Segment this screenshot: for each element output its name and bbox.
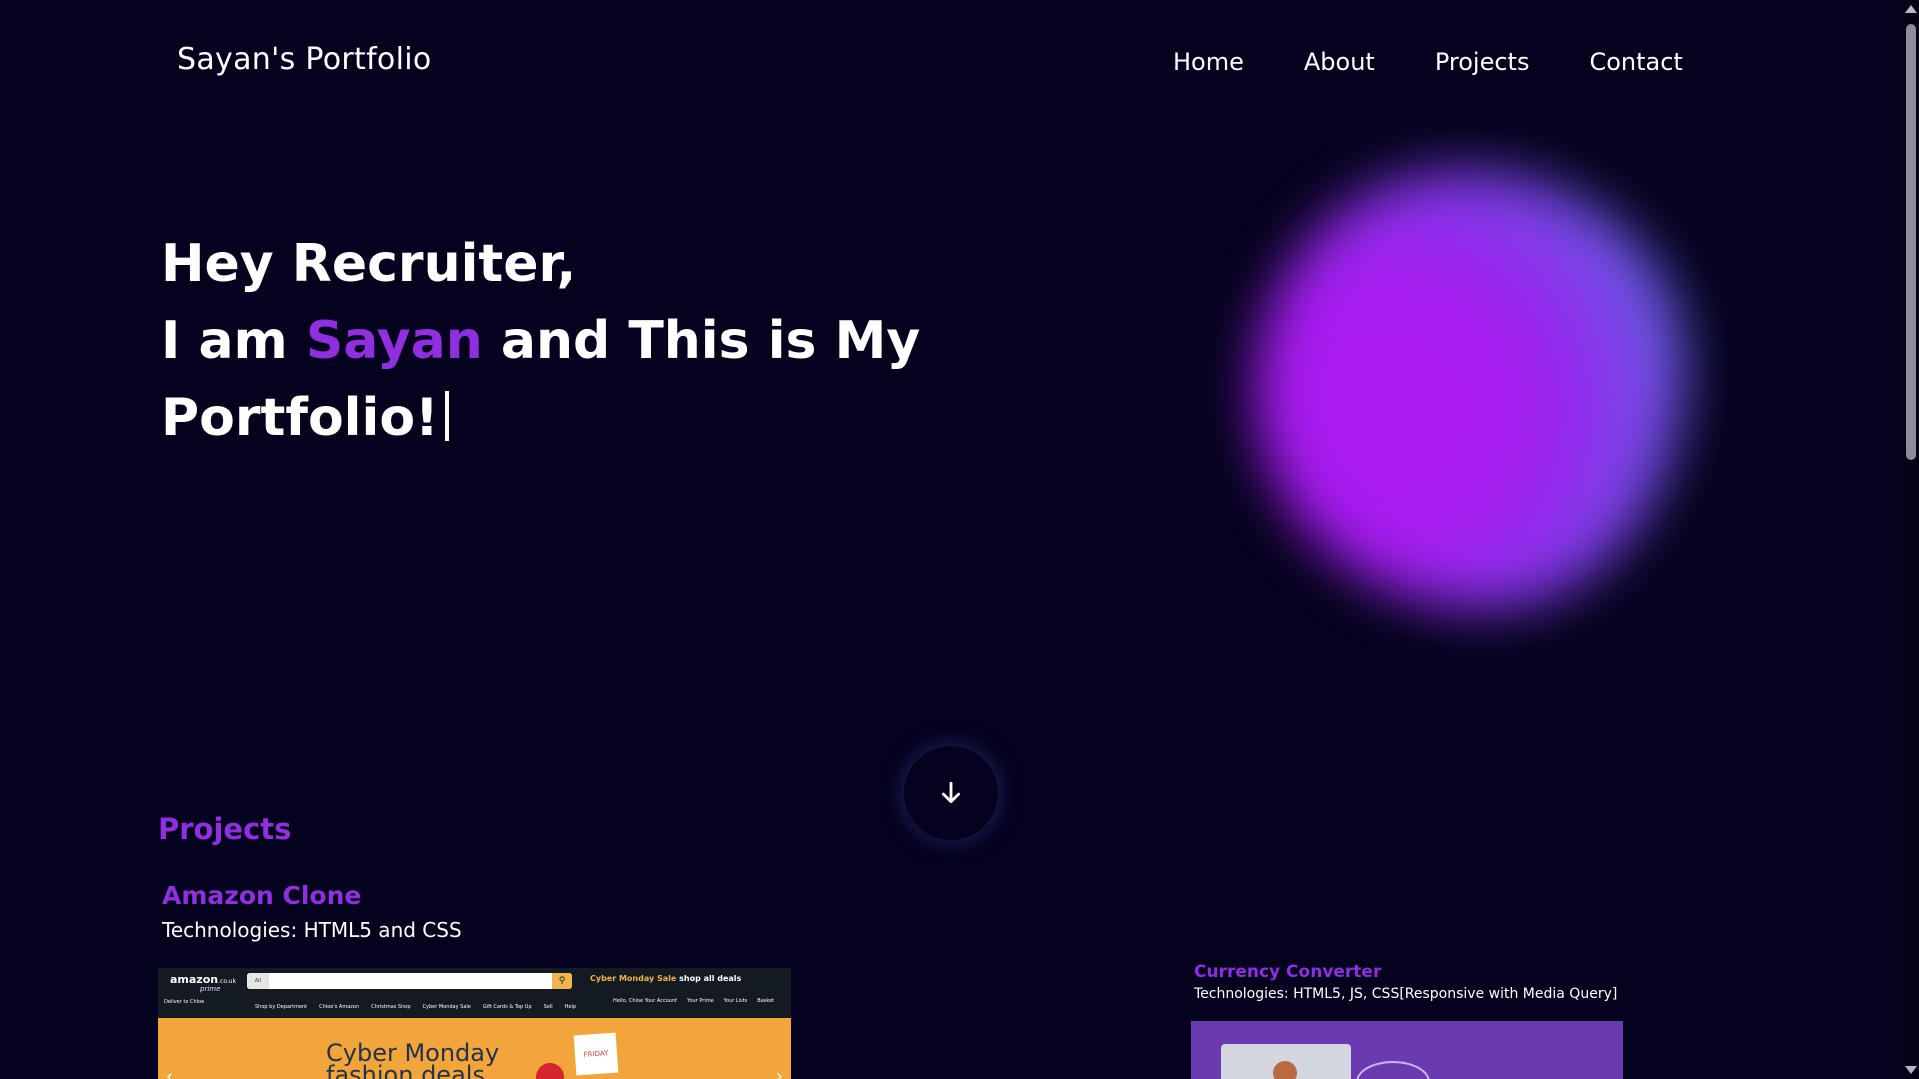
scroll-down-arrow-icon[interactable] [1905, 1066, 1917, 1074]
main-nav: Home About Projects Contact [1173, 48, 1683, 76]
chevron-right-icon: › [775, 1066, 783, 1079]
project-tech-amazon-clone: Technologies: HTML5 and CSS [162, 918, 462, 942]
project-preview-amazon-clone[interactable]: amazon.co.uk prime Deliver to Chloe All … [158, 968, 791, 1079]
preview-search-all: All [247, 973, 269, 989]
nav-contact-link[interactable]: Contact [1589, 48, 1682, 76]
project-title-amazon-clone[interactable]: Amazon Clone [162, 881, 361, 910]
site-brand[interactable]: Sayan's Portfolio [177, 42, 432, 77]
hero-line-1: Hey Recruiter, [161, 234, 577, 294]
page-scrollbar[interactable] [1903, 0, 1919, 1079]
project-title-currency-converter[interactable]: Currency Converter [1194, 962, 1381, 982]
scroll-down-button[interactable] [902, 744, 1000, 842]
search-icon: ⚲ [552, 973, 572, 989]
preview-banner: Cyber Monday fashion deals FRIDAY [158, 1018, 791, 1079]
hero-prefix: I am [161, 311, 306, 371]
preview-amazon-navbar: amazon.co.uk prime Deliver to Chloe All … [158, 968, 791, 1018]
hero-name: Sayan [305, 311, 483, 371]
preview-nav-links: Shop by Department Chloe's Amazon Christ… [255, 1004, 577, 1010]
preview-swirl-graphic [1356, 1061, 1430, 1079]
arrow-down-icon [942, 781, 960, 804]
preview-friday-sign: FRIDAY [573, 1032, 619, 1076]
preview-person-graphic [1273, 1061, 1297, 1079]
chevron-left-icon: ‹ [166, 1066, 174, 1079]
nav-home-link[interactable]: Home [1173, 48, 1244, 76]
scrollbar-thumb[interactable] [1906, 24, 1916, 460]
preview-account-links: Hello, Chloe Your Account Your Prime You… [613, 998, 775, 1004]
project-tech-currency-converter: Technologies: HTML5, JS, CSS[Responsive … [1194, 986, 1618, 1002]
project-preview-currency-converter[interactable] [1191, 1021, 1623, 1079]
hero-line-3: Portfolio! [161, 380, 921, 457]
scroll-up-arrow-icon[interactable] [1905, 5, 1917, 13]
preview-banner-text: Cyber Monday fashion deals [326, 1039, 500, 1079]
gradient-blob-graphic [1255, 170, 1685, 610]
nav-projects-link[interactable]: Projects [1435, 48, 1530, 76]
hero-line-2: I am Sayan and This is My [161, 303, 921, 380]
nav-about-link[interactable]: About [1304, 48, 1375, 76]
preview-promo: Cyber Monday Sale shop all deals [590, 974, 742, 983]
hero-portfolio-word: Portfolio! [161, 388, 439, 448]
projects-section-heading: Projects [158, 812, 292, 846]
typing-cursor [444, 391, 449, 441]
preview-prime-label: prime [200, 985, 221, 993]
hero-suffix: and This is My [482, 311, 921, 371]
portfolio-page: Sayan's Portfolio Home About Projects Co… [0, 0, 1919, 1079]
preview-deliver-label: Deliver to Chloe [164, 999, 205, 1005]
hero-heading: Hey Recruiter, I am Sayan and This is My… [161, 226, 921, 457]
preview-search-bar: All ⚲ [247, 973, 572, 989]
